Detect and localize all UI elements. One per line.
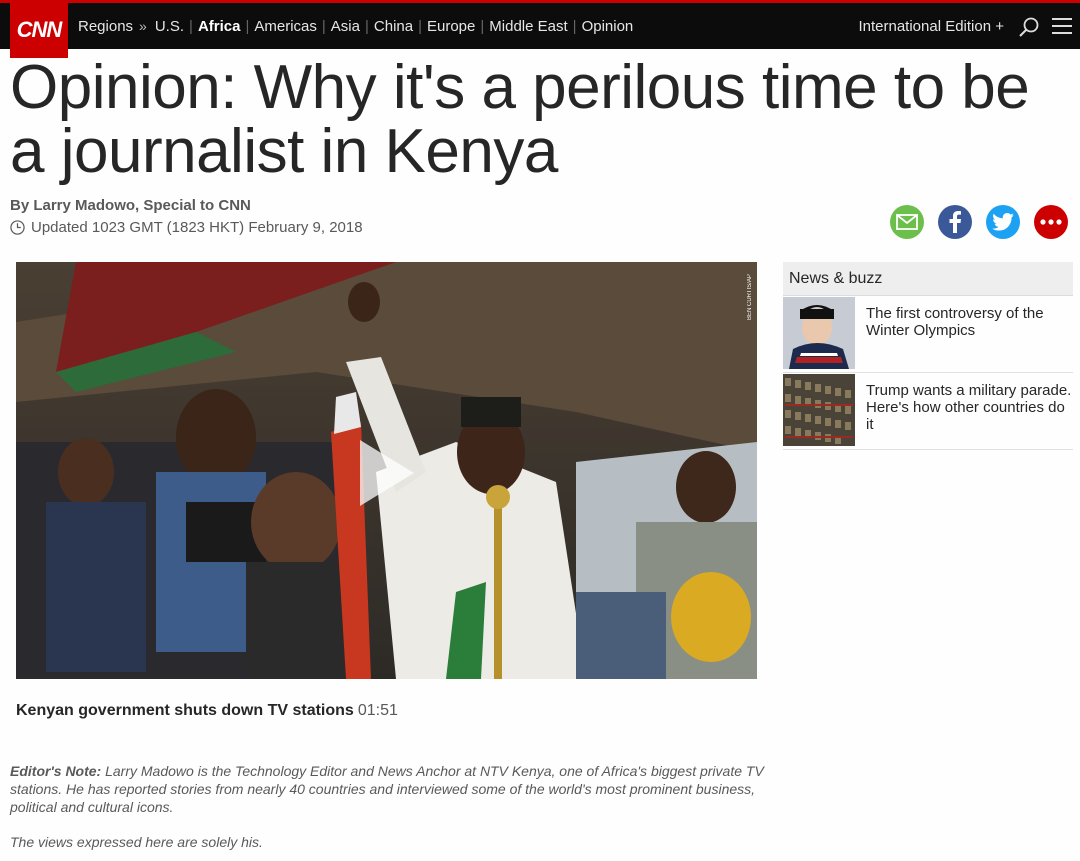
- nav-divider: |: [480, 17, 485, 35]
- search-icon[interactable]: [1018, 16, 1040, 38]
- news-and-buzz-sidebar: News & buzz The first controversy of the…: [783, 262, 1073, 450]
- sidebar-item[interactable]: Trump wants a military parade. Here's ho…: [783, 373, 1073, 450]
- sidebar-item[interactable]: The first controversy of the Winter Olym…: [783, 296, 1073, 373]
- sidebar-title: News & buzz: [783, 262, 1073, 296]
- nav-divider: |: [364, 17, 369, 35]
- video-caption[interactable]: Kenyan government shuts down TV stations…: [16, 702, 398, 720]
- nav-divider: |: [572, 17, 577, 35]
- nav-link-americas[interactable]: Americas: [254, 18, 317, 35]
- nav-divider: |: [189, 17, 193, 35]
- more-icon[interactable]: [1034, 205, 1068, 239]
- nav-arrow: »: [139, 18, 147, 34]
- international-edition-button[interactable]: International Edition +: [858, 3, 1004, 49]
- nav-link-us[interactable]: U.S.: [155, 18, 184, 35]
- region-nav: Regions » U.S. | Africa | Americas | Asi…: [78, 3, 633, 49]
- twitter-icon[interactable]: [986, 205, 1020, 239]
- sidebar-thumbnail[interactable]: [783, 297, 855, 369]
- views-disclaimer: The views expressed here are solely his.: [10, 834, 263, 850]
- top-nav-bar: Regions » U.S. | Africa | Americas | Asi…: [0, 0, 1080, 49]
- sidebar-headline[interactable]: Trump wants a military parade. Here's ho…: [855, 374, 1073, 449]
- facebook-icon[interactable]: [938, 205, 972, 239]
- editor-note-text: Larry Madowo is the Technology Editor an…: [10, 763, 764, 815]
- video-duration: 01:51: [357, 702, 398, 719]
- video-caption-title: Kenyan government shuts down TV stations: [16, 702, 354, 719]
- nav-divider: |: [245, 17, 250, 35]
- email-icon[interactable]: [890, 205, 924, 239]
- nav-link-middle-east[interactable]: Middle East: [489, 18, 567, 35]
- updated-timestamp: Updated 1023 GMT (1823 HKT) February 9, …: [10, 219, 363, 236]
- nav-link-asia[interactable]: Asia: [331, 18, 360, 35]
- nav-divider: |: [321, 17, 326, 35]
- updated-text: Updated 1023 GMT (1823 HKT) February 9, …: [31, 219, 363, 236]
- editor-note-label: Editor's Note:: [10, 763, 102, 779]
- nav-divider: |: [418, 17, 422, 35]
- page-title: Opinion: Why it's a perilous time to be …: [10, 53, 1030, 186]
- sidebar-thumbnail[interactable]: [783, 374, 855, 446]
- sidebar-headline[interactable]: The first controversy of the Winter Olym…: [855, 297, 1073, 372]
- nav-link-china[interactable]: China: [374, 18, 413, 35]
- regions-label[interactable]: Regions: [78, 18, 133, 35]
- cnn-logo[interactable]: CNN: [10, 2, 68, 58]
- nav-link-africa[interactable]: Africa: [198, 18, 241, 35]
- photo-credit: BEN CURTIS/AP: [747, 274, 753, 320]
- share-bar: [890, 205, 1068, 239]
- menu-icon[interactable]: [1052, 18, 1072, 34]
- play-icon[interactable]: [358, 438, 416, 508]
- clock-icon: [10, 220, 25, 235]
- editor-note: Editor's Note: Larry Madowo is the Techn…: [10, 762, 780, 816]
- nav-link-europe[interactable]: Europe: [427, 18, 475, 35]
- nav-link-opinion[interactable]: Opinion: [582, 18, 634, 35]
- byline: By Larry Madowo, Special to CNN: [10, 197, 251, 214]
